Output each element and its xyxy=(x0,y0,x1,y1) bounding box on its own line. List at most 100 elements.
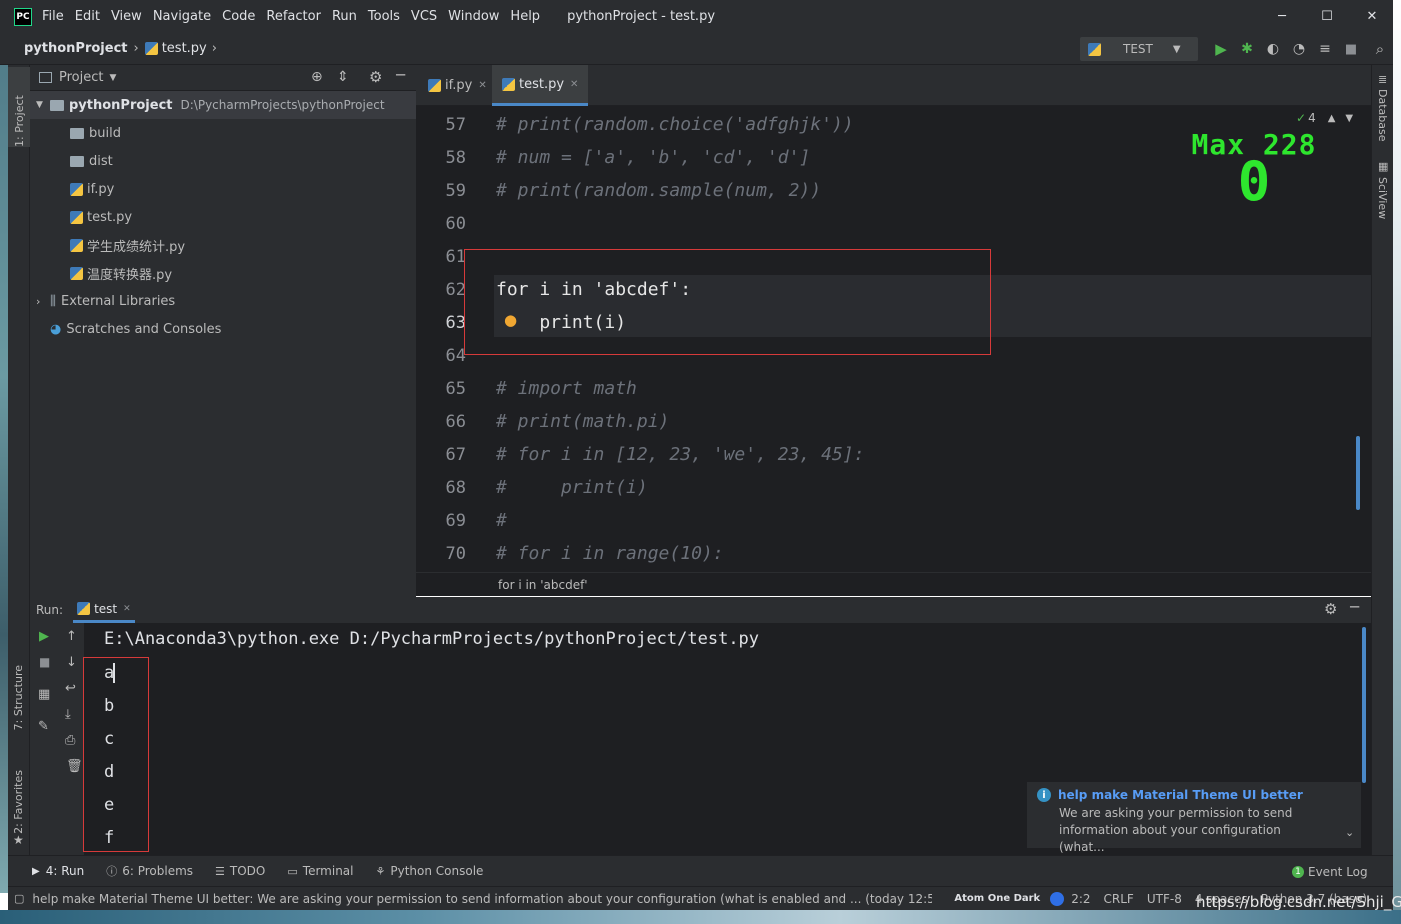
coverage-icon[interactable]: ◐ xyxy=(1260,41,1286,57)
menu-run[interactable]: Run xyxy=(332,9,357,24)
run-icon[interactable]: ▶ xyxy=(1208,40,1234,58)
locate-icon[interactable]: ⊕ xyxy=(311,69,323,85)
python-file-icon xyxy=(70,238,83,252)
theme-indicator[interactable]: Atom One Dark xyxy=(954,893,1040,904)
editor-breadcrumb[interactable]: for i in 'abcdef' xyxy=(416,572,1371,596)
notification-popup[interactable]: i help make Material Theme UI better We … xyxy=(1027,782,1361,854)
menu-window[interactable]: Window xyxy=(448,9,499,24)
star-icon: ★ xyxy=(13,833,24,847)
menu-code[interactable]: Code xyxy=(222,9,255,24)
scroll-to-end-icon[interactable]: ⤓ xyxy=(65,707,71,722)
pin-icon[interactable]: ✎ xyxy=(38,719,49,734)
caret-position[interactable]: 2:2 xyxy=(1071,892,1090,906)
tree-item[interactable]: dist xyxy=(30,147,416,175)
notification-title[interactable]: help make Material Theme UI better xyxy=(1058,788,1303,802)
project-view-select[interactable]: Project xyxy=(59,70,103,85)
hide-icon[interactable]: ─ xyxy=(396,66,405,84)
database-tool-tab[interactable]: Database xyxy=(1376,89,1389,146)
tool-todo[interactable]: ☰ TODO xyxy=(215,864,265,878)
gear-icon[interactable]: ⚙ xyxy=(1324,600,1337,618)
arrow-down-icon[interactable]: ↓ xyxy=(66,655,77,670)
chevron-down-icon: ▼ xyxy=(1172,43,1181,55)
close-tab-icon[interactable]: ✕ xyxy=(570,79,578,90)
line-number: 64 xyxy=(445,346,466,366)
menu-view[interactable]: View xyxy=(111,9,142,24)
close-window-button[interactable]: ✕ xyxy=(1352,9,1392,24)
profile-icon[interactable]: ◔ xyxy=(1286,41,1312,57)
print-icon[interactable]: ⎙ xyxy=(65,733,75,748)
debug-icon[interactable]: ✱ xyxy=(1234,41,1260,57)
gear-icon[interactable]: ⚙ xyxy=(369,68,382,86)
run-tab-test[interactable]: test ✕ xyxy=(73,597,135,623)
menu-edit[interactable]: Edit xyxy=(75,9,100,24)
sciview-icon: ▦ xyxy=(1378,160,1389,173)
layout-icon[interactable]: ▦ xyxy=(38,687,50,702)
status-message[interactable]: help make Material Theme UI better: We a… xyxy=(32,892,932,906)
rerun-icon[interactable]: ▶ xyxy=(39,629,49,644)
soft-wrap-icon[interactable]: ↩ xyxy=(65,681,76,696)
window-title: pythonProject - test.py xyxy=(567,9,716,24)
stop-icon[interactable]: ■ xyxy=(1338,42,1364,57)
scratches-and-consoles[interactable]: ◕ Scratches and Consoles xyxy=(30,315,416,343)
tab-test-py[interactable]: test.py ✕ xyxy=(492,65,589,106)
tree-root[interactable]: ▼ pythonProject D:\PycharmProjects\pytho… xyxy=(30,91,416,119)
menu-help[interactable]: Help xyxy=(510,9,540,24)
menu-vcs[interactable]: VCS xyxy=(411,9,437,24)
tool-problems[interactable]: ⓘ 6: Problems xyxy=(106,863,193,879)
tool-python-console[interactable]: ⚘ Python Console xyxy=(376,864,484,878)
tool-terminal[interactable]: ▭ Terminal xyxy=(287,864,353,878)
line-number: 63 xyxy=(445,313,466,333)
tree-item[interactable]: test.py xyxy=(30,203,416,231)
trash-icon[interactable]: 🗑 xyxy=(66,759,83,774)
scrollbar-thumb[interactable] xyxy=(1356,436,1360,510)
stop-icon[interactable]: ■ xyxy=(39,655,50,669)
chevron-down-icon[interactable]: ▼ xyxy=(109,73,116,83)
folder-icon xyxy=(39,72,52,83)
file-encoding[interactable]: UTF-8 xyxy=(1147,892,1182,906)
close-tab-icon[interactable]: ✕ xyxy=(478,80,486,91)
scrollbar-thumb[interactable] xyxy=(1362,627,1366,783)
hide-icon[interactable]: ─ xyxy=(1350,598,1359,616)
tree-item[interactable]: 学生成绩统计.py xyxy=(30,231,416,259)
chevron-up-icon[interactable]: ▲ xyxy=(1328,113,1336,124)
chevron-down-icon[interactable]: ⌄ xyxy=(1345,826,1354,839)
tree-item[interactable]: build xyxy=(30,119,416,147)
editor-tabs: if.py ✕ test.py ✕ xyxy=(416,65,1371,106)
python-file-icon xyxy=(70,182,83,196)
chevron-down-icon[interactable]: ▼ xyxy=(1345,113,1353,124)
tree-item[interactable]: 温度转换器.py xyxy=(30,259,416,287)
nav-project[interactable]: pythonProject xyxy=(24,41,128,56)
menu-refactor[interactable]: Refactor xyxy=(266,9,321,24)
menu-tools[interactable]: Tools xyxy=(368,9,400,24)
external-libraries[interactable]: › ⫼ External Libraries xyxy=(30,287,416,315)
close-tab-icon[interactable]: ✕ xyxy=(123,604,131,614)
tab-if-py[interactable]: if.py ✕ xyxy=(418,65,497,106)
desktop-bottom-edge xyxy=(0,910,1401,924)
arrow-up-icon[interactable]: ↑ xyxy=(66,629,77,644)
sciview-tool-tab[interactable]: SciView xyxy=(1376,177,1389,223)
panel-toggle-icon[interactable]: ▢ xyxy=(14,892,24,905)
project-tool-tab[interactable]: 1: Project xyxy=(8,67,30,147)
inspection-widget[interactable]: ✓ 4 ▲ ▼ xyxy=(1296,108,1353,128)
overlay-value: 0 xyxy=(1237,150,1271,213)
build-icon[interactable]: ≡ xyxy=(1312,41,1338,57)
desktop-right-edge xyxy=(1393,0,1401,924)
structure-tool-tab[interactable]: 7: Structure xyxy=(12,665,25,734)
line-separator[interactable]: CRLF xyxy=(1104,892,1134,906)
code-line: # print(math.pi) xyxy=(496,411,670,432)
menu-navigate[interactable]: Navigate xyxy=(153,9,211,24)
run-config-select[interactable]: TEST ▼ xyxy=(1080,37,1198,61)
scratches-icon: ◕ xyxy=(50,321,62,337)
tool-run[interactable]: ▶ 4: Run xyxy=(32,864,84,878)
folder-icon xyxy=(70,127,84,139)
nav-file[interactable]: test.py xyxy=(162,41,207,56)
tree-item[interactable]: if.py xyxy=(30,175,416,203)
favorites-tool-tab[interactable]: 2: Favorites xyxy=(12,770,25,838)
maximize-button[interactable]: ☐ xyxy=(1302,9,1352,24)
search-icon[interactable]: ⌕ xyxy=(1364,40,1396,58)
highlight-box-code xyxy=(464,249,991,355)
event-log[interactable]: 1 Event Log xyxy=(1292,856,1368,887)
collapse-all-icon[interactable]: ⇕ xyxy=(337,69,349,85)
menu-file[interactable]: File xyxy=(42,9,64,24)
minimize-button[interactable]: ─ xyxy=(1262,9,1302,24)
